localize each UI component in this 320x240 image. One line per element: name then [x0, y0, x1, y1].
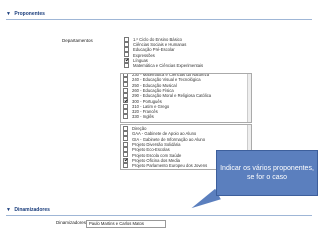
checkbox-option[interactable]: 260 - Educação Física	[123, 87, 174, 93]
checkbox-label: Projeto Oficina dos Media	[132, 157, 180, 163]
dinamizadores-label-text: Dinamizadores	[56, 220, 87, 225]
checkbox-option[interactable]: Projeto Parlamento Europeu dos Jovens	[123, 162, 208, 169]
checkbox-option[interactable]: 320 - Francês	[123, 108, 158, 115]
checkbox-option[interactable]: GIA - Gabinete de Informação ao Aluno	[123, 136, 206, 142]
checkbox-option[interactable]: 290 - Educação Moral e Religiosa Católic…	[123, 93, 211, 98]
checkbox-option[interactable]: Projeto Eco-Escolas	[123, 147, 170, 152]
checkbox-label: Projeto Eco-Escolas	[132, 147, 170, 153]
checkbox-label: Projeto Escola com Saúde	[132, 152, 182, 158]
checkbox-option[interactable]: Projeto Escola com Saúde	[123, 152, 182, 158]
collapse-arrow-icon[interactable]: ▼	[6, 11, 11, 17]
callout-text: Indicar os vários proponentes, se for o …	[220, 165, 314, 181]
checkbox[interactable]	[124, 62, 129, 68]
section-title: Proponentes	[14, 11, 45, 17]
checkbox[interactable]	[123, 114, 128, 120]
checkbox[interactable]	[123, 131, 128, 137]
checkbox-option[interactable]: Matemática e Ciências Experimentais	[124, 62, 204, 68]
checkbox-option[interactable]: GAA - Gabinete de Apoio ao Aluno	[123, 131, 196, 136]
callout-note: Indicar os vários proponentes, se for o …	[216, 150, 318, 196]
checkbox-label: 290 - Educação Moral e Religiosa Católic…	[132, 93, 212, 99]
checkbox-option[interactable]: 330 - Inglês	[123, 114, 154, 119]
checkbox[interactable]	[123, 77, 128, 83]
checkbox-label: 250 - Educação Musical	[132, 82, 177, 88]
checkbox-label: 320 - Francês	[132, 109, 158, 115]
section-header-proponentes[interactable]: ▼ Proponentes	[6, 10, 312, 20]
checkbox[interactable]	[123, 141, 128, 147]
checkbox-label: Projeto Diversão Solidária	[132, 141, 181, 147]
dinamizadores-label: Dinamizadores*	[56, 220, 88, 225]
checkbox-option[interactable]: Projeto Diversão Solidária	[123, 141, 181, 147]
checkbox-option[interactable]: 310 - Latim e Grego	[123, 103, 170, 109]
checkbox[interactable]	[123, 108, 128, 114]
departamentos-label: Departamentos	[62, 38, 93, 43]
checkbox[interactable]	[123, 93, 128, 99]
checkbox-label: Projeto Parlamento Europeu dos Jovens	[132, 163, 208, 169]
checkbox-label: GAA - Gabinete de Apoio ao Aluno	[132, 131, 197, 137]
departamentos-list: 1.º Ciclo do Ensino Básico Ciências Socia…	[122, 36, 282, 69]
checkbox[interactable]	[123, 136, 128, 142]
checkbox-label: 300 - Português	[132, 98, 162, 104]
checkbox[interactable]	[123, 147, 128, 153]
grupos-scroll-list[interactable]: 230 - Matemática e Ciências da Natureza 2…	[120, 73, 252, 123]
checkbox-option[interactable]: 250 - Educação Musical	[123, 82, 177, 88]
checkbox[interactable]	[123, 103, 128, 109]
section-header-dinamizadores[interactable]: ▼ Dinamizadores	[6, 206, 312, 216]
checkbox-label: Matemática e Ciências Experimentais	[133, 63, 204, 68]
collapse-arrow-icon[interactable]: ▼	[6, 207, 11, 213]
checkbox[interactable]	[123, 162, 128, 168]
checkbox-label: GIA - Gabinete de Informação ao Aluno	[132, 136, 206, 142]
checkbox-option[interactable]: 300 - Português	[123, 98, 162, 104]
checkbox[interactable]	[123, 98, 128, 104]
checkbox[interactable]	[123, 157, 128, 163]
checkbox-label: 310 - Latim e Grego	[132, 103, 170, 109]
checkbox-label: 260 - Educação Física	[132, 87, 174, 93]
checkbox[interactable]	[123, 87, 128, 93]
dinamizadores-input[interactable]: Paulo Martins e Carlos Matos	[86, 220, 166, 228]
checkbox-option[interactable]: 240 - Educação Visual e Tecnológica	[123, 77, 201, 82]
checkbox-label: Direção	[132, 126, 147, 131]
section-title: Dinamizadores	[14, 207, 50, 213]
scrollbar[interactable]	[247, 74, 251, 122]
checkbox-label: 330 - Inglês	[132, 114, 154, 120]
checkbox-option[interactable]: Projeto Oficina dos Media	[123, 157, 180, 163]
checkbox-label: 240 - Educação Visual e Tecnológica	[132, 77, 201, 83]
checkbox[interactable]	[123, 82, 128, 88]
checkbox[interactable]	[123, 125, 128, 131]
